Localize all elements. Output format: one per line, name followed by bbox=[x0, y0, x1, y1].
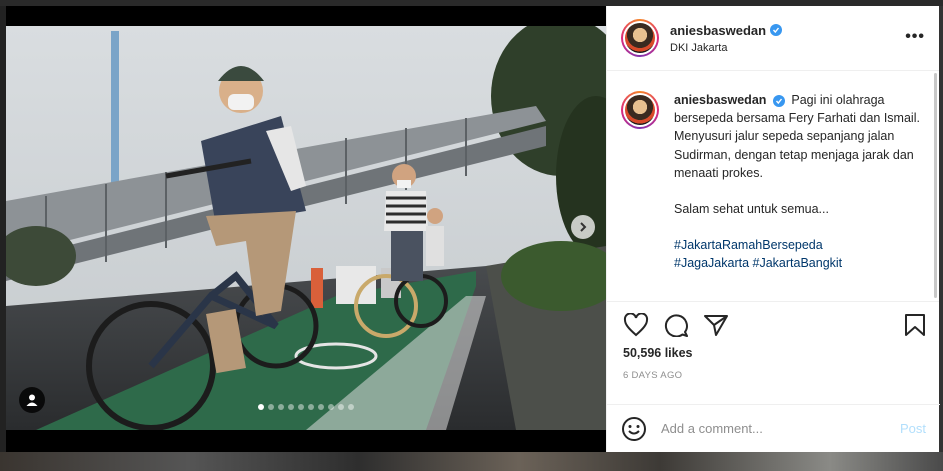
cyclists-photo bbox=[6, 26, 606, 430]
comment-bubble-icon[interactable] bbox=[663, 313, 689, 337]
carousel-dot bbox=[268, 404, 274, 410]
comment-input[interactable] bbox=[661, 421, 881, 436]
story-ring[interactable] bbox=[621, 19, 659, 57]
caption-avatar[interactable] bbox=[625, 95, 655, 125]
next-slide-button[interactable] bbox=[571, 215, 595, 239]
background-feed-right bbox=[939, 6, 943, 452]
hashtag-link[interactable]: #JagaJakarta #JakartaBangkit bbox=[674, 254, 924, 272]
bookmark-icon[interactable] bbox=[904, 313, 926, 337]
location-link[interactable]: DKI Jakarta bbox=[670, 42, 782, 54]
post-timestamp[interactable]: 6 DAYS AGO bbox=[623, 370, 682, 381]
post-photo bbox=[6, 26, 606, 430]
carousel-indicator bbox=[258, 404, 354, 410]
likes-count[interactable]: 50,596 likes bbox=[623, 346, 693, 360]
post-side-panel: aniesbaswedan DKI Jakarta ••• aniesbaswe… bbox=[606, 6, 940, 452]
smiley-icon[interactable] bbox=[621, 416, 647, 442]
heart-icon[interactable] bbox=[623, 313, 649, 337]
caption-verified-badge-icon bbox=[772, 95, 785, 107]
hashtag-link[interactable]: #JakartaRamahBersepeda bbox=[674, 236, 924, 254]
more-options-icon[interactable]: ••• bbox=[905, 28, 925, 46]
tagged-people-button[interactable] bbox=[19, 387, 45, 413]
post-comment-button[interactable]: Post bbox=[900, 421, 926, 436]
caption-scrollbar[interactable] bbox=[934, 73, 937, 298]
caption-greeting: Salam sehat untuk semua... bbox=[674, 202, 829, 217]
carousel-dot bbox=[278, 404, 284, 410]
chevron-right-icon bbox=[580, 222, 587, 232]
carousel-dot bbox=[308, 404, 314, 410]
paper-plane-icon[interactable] bbox=[703, 313, 729, 337]
carousel-dot bbox=[258, 404, 264, 410]
caption-text: aniesbaswedan Pagi ini olahraga berseped… bbox=[674, 91, 924, 301]
carousel-dot bbox=[318, 404, 324, 410]
caption-story-ring[interactable] bbox=[621, 91, 659, 129]
carousel-dot bbox=[348, 404, 354, 410]
post-media bbox=[6, 6, 606, 452]
carousel-dot bbox=[288, 404, 294, 410]
carousel-dot bbox=[298, 404, 304, 410]
comment-composer: Post bbox=[607, 404, 940, 452]
verified-badge-icon bbox=[770, 24, 783, 36]
person-tag-icon bbox=[26, 394, 38, 406]
header-username[interactable]: aniesbaswedan bbox=[670, 23, 766, 38]
carousel-dot bbox=[328, 404, 334, 410]
post-header: aniesbaswedan DKI Jakarta ••• bbox=[607, 6, 939, 71]
avatar[interactable] bbox=[625, 23, 655, 53]
caption-section: aniesbaswedan Pagi ini olahraga berseped… bbox=[607, 71, 939, 301]
caption-username[interactable]: aniesbaswedan bbox=[674, 93, 766, 107]
background-feed-thumbnails bbox=[0, 452, 943, 471]
carousel-dot bbox=[338, 404, 344, 410]
